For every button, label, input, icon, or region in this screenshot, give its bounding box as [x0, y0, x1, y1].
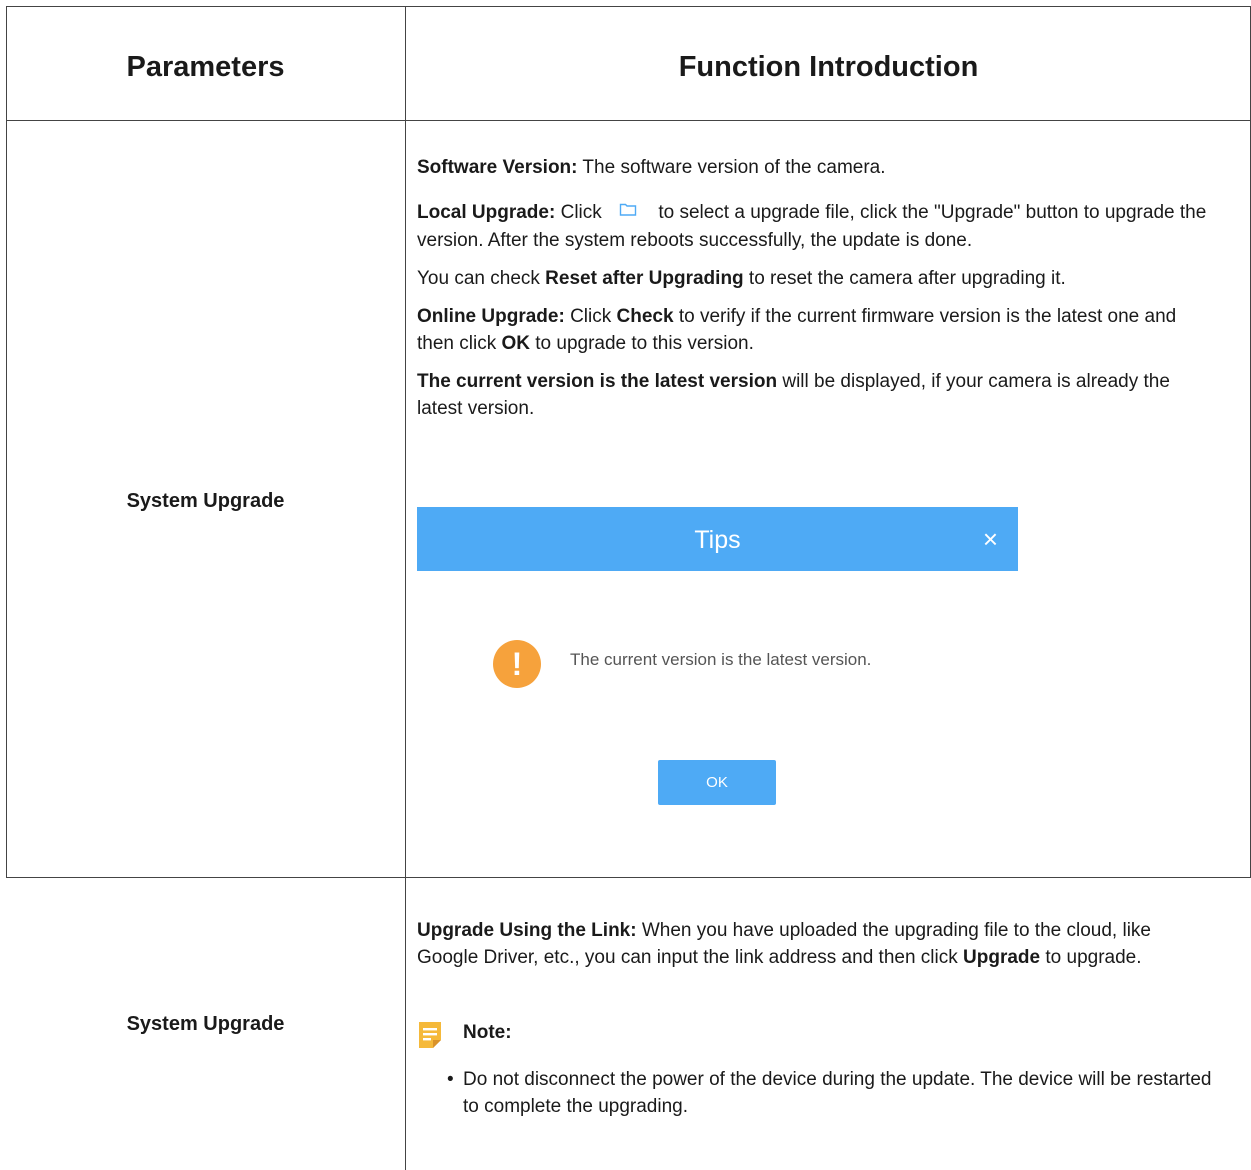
latest-version-term: The current version is the latest versio… — [417, 371, 778, 392]
row1-bottom-border — [6, 877, 1251, 878]
row1-description: Software Version: The software version o… — [417, 154, 1217, 440]
dialog-message: The current version is the latest versio… — [570, 650, 872, 669]
link-upgrade-term: Upgrade Using the Link: — [417, 920, 637, 941]
software-version-term: Software Version: — [417, 157, 578, 178]
row2-description: Upgrade Using the Link: When you have up… — [417, 917, 1217, 989]
local-upgrade-term: Local Upgrade: — [417, 202, 556, 224]
local-upgrade-click-text: Click — [555, 202, 608, 224]
online-click-text: Click — [564, 306, 617, 327]
link-upgrade-button-term: Upgrade — [963, 947, 1041, 968]
folder-icon — [607, 199, 653, 227]
link-upgrade-post-text: to upgrade. — [1040, 947, 1142, 968]
reset-term: Reset after Upgrading — [545, 268, 744, 289]
table-top-border — [6, 6, 1251, 7]
dialog-header: Tips × — [417, 507, 1018, 571]
note-icon — [417, 1020, 443, 1050]
software-version-paragraph: Software Version: The software version o… — [417, 154, 1217, 181]
table-left-border — [6, 6, 7, 878]
tips-dialog: Tips × ! The current version is the late… — [417, 507, 1018, 837]
close-icon[interactable]: × — [983, 507, 998, 571]
note-bullet-text: Do not disconnect the power of the devic… — [463, 1069, 1212, 1117]
reset-paragraph: You can check Reset after Upgrading to r… — [417, 265, 1217, 292]
online-post-text: to upgrade to this version. — [529, 333, 754, 354]
reset-post-text: to reset the camera after upgrading it. — [743, 268, 1066, 289]
link-upgrade-paragraph: Upgrade Using the Link: When you have up… — [417, 917, 1217, 971]
row1-parameter-label: System Upgrade — [126, 490, 285, 512]
software-version-text: The software version of the camera. — [577, 157, 886, 178]
header-parameters: Parameters — [126, 51, 285, 83]
column-divider — [405, 6, 406, 1170]
row2-parameter-label: System Upgrade — [126, 1013, 285, 1035]
reset-pre-text: You can check — [417, 268, 546, 289]
dialog-title: Tips — [694, 526, 741, 554]
online-upgrade-paragraph: Online Upgrade: Click Check to verify if… — [417, 303, 1217, 357]
note-label: Note: — [463, 1022, 512, 1043]
online-upgrade-term: Online Upgrade: — [417, 306, 565, 327]
latest-version-paragraph: The current version is the latest versio… — [417, 368, 1217, 422]
header-bottom-border — [6, 120, 1251, 121]
note-bullet-item: • Do not disconnect the power of the dev… — [447, 1066, 1213, 1120]
local-upgrade-paragraph: Local Upgrade: Click to select a upgrade… — [417, 199, 1217, 254]
warning-icon: ! — [493, 640, 541, 688]
online-check-term: Check — [616, 306, 674, 327]
header-function-introduction: Function Introduction — [678, 51, 979, 83]
ok-button[interactable]: OK — [658, 760, 776, 805]
bullet-dot: • — [447, 1069, 454, 1090]
online-ok-term: OK — [501, 333, 530, 354]
